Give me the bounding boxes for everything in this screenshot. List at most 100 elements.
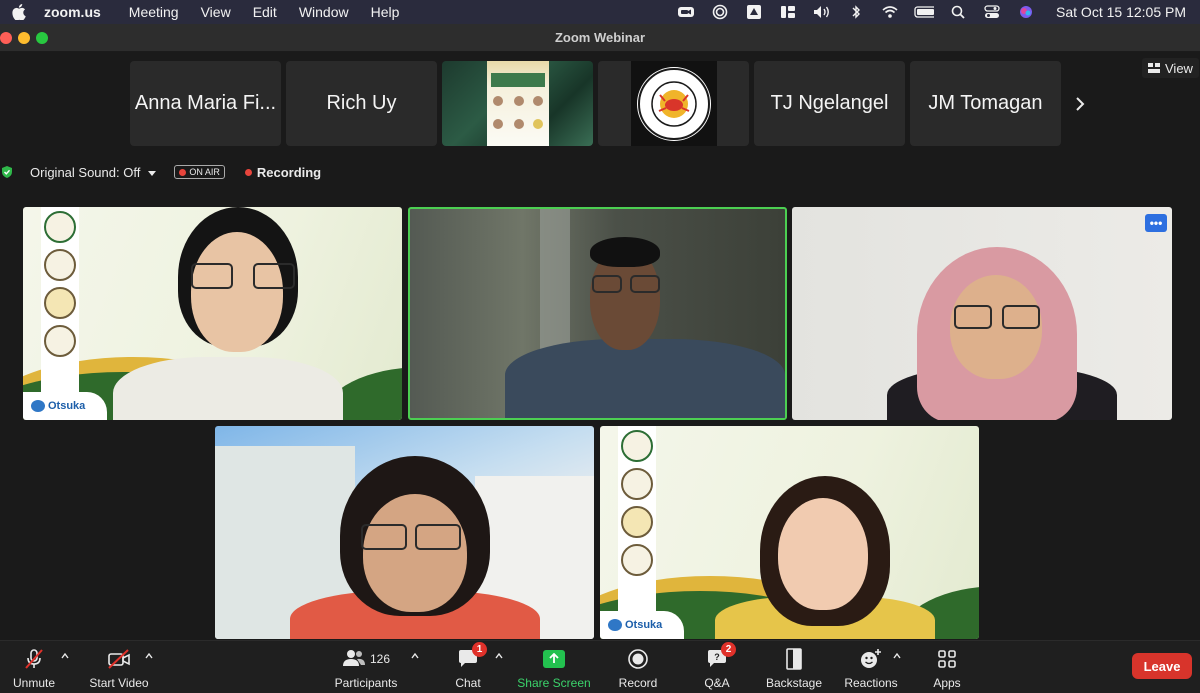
participants-icon xyxy=(342,648,366,671)
otsuka-logo: Otsuka xyxy=(600,611,684,639)
meeting-area: Anna Maria Fi... Rich Uy TJ Ngelangel JM… xyxy=(0,52,1200,640)
start-video-button[interactable]: Start Video xyxy=(88,645,150,691)
participant-strip: Anna Maria Fi... Rich Uy TJ Ngelangel JM… xyxy=(130,61,1061,146)
participant-video[interactable]: Otsuka xyxy=(600,426,979,639)
chat-unread-badge: 1 xyxy=(472,642,487,657)
apps-label: Apps xyxy=(933,676,961,690)
participants-options-chevron-icon[interactable] xyxy=(410,651,420,661)
original-sound-dropdown[interactable]: Original Sound: Off xyxy=(30,164,157,180)
participant-tile[interactable]: Anna Maria Fi... xyxy=(130,61,281,146)
original-sound-label: Original Sound: Off xyxy=(30,164,141,180)
recording-indicator[interactable]: Recording xyxy=(244,164,322,180)
participant-video[interactable]: Otsuka xyxy=(23,207,402,420)
audio-options-chevron-icon[interactable] xyxy=(60,651,70,661)
start-video-label: Start Video xyxy=(89,676,149,690)
participant-tile[interactable]: Rich Uy xyxy=(286,61,437,146)
spotlight-search-icon[interactable] xyxy=(948,4,968,20)
more-options-button[interactable]: ••• xyxy=(1145,214,1167,232)
chat-label: Chat xyxy=(455,676,481,690)
apple-icon[interactable] xyxy=(10,4,28,20)
on-air-dot-icon xyxy=(179,168,187,176)
next-page-chevron-icon[interactable] xyxy=(1065,92,1095,116)
window-title: Zoom Webinar xyxy=(554,30,646,45)
record-button[interactable]: Record xyxy=(617,645,659,691)
drive-icon[interactable] xyxy=(744,4,764,20)
reactions-options-chevron-icon[interactable] xyxy=(892,651,902,661)
webinar-poster-image xyxy=(487,61,549,146)
grid-view-icon xyxy=(1148,61,1160,76)
share-screen-button[interactable]: Share Screen xyxy=(517,645,591,691)
participants-count: 126 xyxy=(369,652,391,666)
otsuka-label: Otsuka xyxy=(48,400,86,412)
menu-window[interactable]: Window xyxy=(299,4,349,20)
menu-edit[interactable]: Edit xyxy=(253,4,277,20)
backstage-label: Backstage xyxy=(765,676,823,690)
bluetooth-icon[interactable] xyxy=(846,4,866,20)
hospital-seals-column xyxy=(41,207,79,420)
participant-video-active-speaker[interactable] xyxy=(408,207,787,420)
battery-icon[interactable] xyxy=(914,4,935,20)
otsuka-label: Otsuka xyxy=(625,619,663,631)
apps-grid-icon xyxy=(937,645,957,673)
qa-label: Q&A xyxy=(704,676,730,690)
backstage-button[interactable]: Backstage xyxy=(764,645,824,691)
menu-app-name[interactable]: zoom.us xyxy=(44,4,101,20)
view-button[interactable]: View xyxy=(1142,58,1199,78)
reactions-smiley-icon xyxy=(859,645,883,673)
window-title-bar: Zoom Webinar xyxy=(0,24,1200,52)
chat-button[interactable]: 1 Chat xyxy=(450,642,487,691)
share-screen-label: Share Screen xyxy=(517,676,591,690)
participant-tile[interactable]: TJ Ngelangel xyxy=(754,61,905,146)
unmute-label: Unmute xyxy=(12,676,56,690)
record-icon xyxy=(627,645,649,673)
wifi-icon[interactable] xyxy=(880,4,900,20)
menu-bar-clock[interactable]: Sat Oct 15 12:05 PM xyxy=(1056,4,1186,20)
participants-button[interactable]: 126 Participants xyxy=(335,645,397,691)
radiotherapy-department-logo xyxy=(630,61,717,146)
security-shield-icon[interactable] xyxy=(0,165,14,179)
muted-microphone-icon xyxy=(22,645,46,673)
menu-view[interactable]: View xyxy=(201,4,231,20)
qa-button[interactable]: ? 2 Q&A xyxy=(700,642,736,691)
participant-name: Anna Maria Fi... xyxy=(134,92,277,114)
participant-video[interactable]: ••• xyxy=(792,207,1172,420)
svg-text:?: ? xyxy=(714,652,720,662)
recording-label: Recording xyxy=(256,164,322,180)
screen-record-icon[interactable] xyxy=(710,4,730,20)
volume-icon[interactable] xyxy=(812,4,832,20)
apps-button[interactable]: Apps xyxy=(930,645,964,691)
participant-tile[interactable] xyxy=(598,61,749,146)
video-options-chevron-icon[interactable] xyxy=(144,651,154,661)
widget-icon[interactable] xyxy=(778,4,798,20)
view-label: View xyxy=(1165,60,1193,76)
menu-meeting[interactable]: Meeting xyxy=(129,4,179,20)
siri-icon[interactable] xyxy=(1016,4,1036,20)
participant-video-tile[interactable] xyxy=(442,61,593,146)
participants-label: Participants xyxy=(334,676,398,690)
recording-dot-icon xyxy=(244,168,252,176)
hospital-seals-column xyxy=(618,426,656,639)
participant-name: JM Tomagan xyxy=(928,92,1043,114)
macos-menu-bar: zoom.us Meeting View Edit Window Help Sa… xyxy=(0,0,1200,24)
control-center-icon[interactable] xyxy=(982,4,1002,20)
on-air-label: ON AIR xyxy=(189,167,220,177)
participant-name: TJ Ngelangel xyxy=(770,92,889,114)
on-air-badge: ON AIR xyxy=(174,165,225,179)
participant-video[interactable] xyxy=(215,426,594,639)
dropdown-arrow-icon xyxy=(148,165,157,180)
chat-bubble-icon: 1 xyxy=(457,642,487,673)
leave-button[interactable]: Leave xyxy=(1132,653,1192,679)
share-screen-arrow-icon xyxy=(543,650,565,668)
meeting-toolbar: Unmute Start Video 126 Participants 1 Ch… xyxy=(0,640,1200,693)
reactions-label: Reactions xyxy=(844,676,898,690)
chat-options-chevron-icon[interactable] xyxy=(494,651,504,661)
participant-tile[interactable]: JM Tomagan xyxy=(910,61,1061,146)
participant-name: Rich Uy xyxy=(326,92,397,114)
backstage-door-icon xyxy=(784,645,804,673)
qa-unread-badge: 2 xyxy=(721,642,736,657)
menu-help[interactable]: Help xyxy=(371,4,400,20)
video-off-icon xyxy=(106,645,132,673)
unmute-button[interactable]: Unmute xyxy=(10,645,58,691)
meeting-status-row: Original Sound: Off ON AIR Recording xyxy=(0,162,321,182)
zoom-icon[interactable] xyxy=(676,4,696,20)
